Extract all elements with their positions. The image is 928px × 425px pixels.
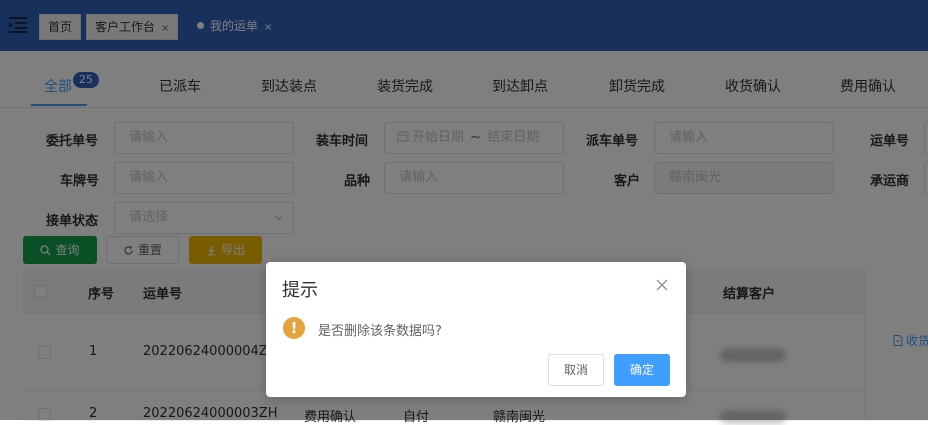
warning-icon: !	[283, 317, 305, 339]
warning-glyph: !	[290, 319, 298, 337]
cancel-button[interactable]: 取消	[548, 354, 604, 386]
close-icon[interactable]	[656, 279, 668, 291]
dialog-title: 提示	[282, 280, 318, 301]
confirm-dialog: 提示 ! 是否删除该条数据吗? 取消 确定	[266, 262, 686, 397]
confirm-button[interactable]: 确定	[614, 354, 670, 386]
dialog-message: 是否删除该条数据吗?	[318, 324, 442, 339]
